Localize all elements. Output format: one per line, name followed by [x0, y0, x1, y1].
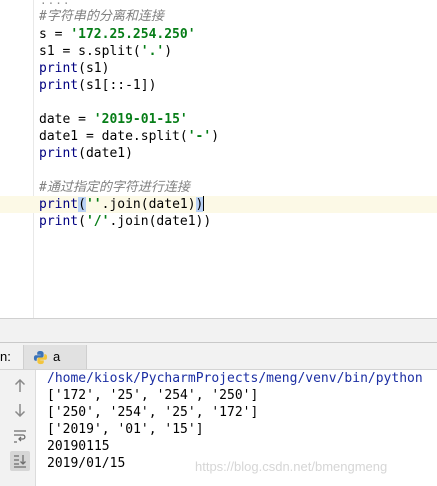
console-line: ['172', '25', '254', '250'] [47, 388, 259, 403]
string-literal: '-' [187, 129, 212, 144]
code-token: date1 = date.split( [39, 129, 188, 144]
code-line-8[interactable]: date1 = date.split('-') [0, 128, 437, 145]
code-token: .join(date1)) [109, 214, 212, 229]
watermark: https://blog.csdn.net/bmengmeng [195, 459, 388, 474]
string-literal: '.' [140, 44, 165, 59]
code-token: .join(date1) [101, 197, 196, 212]
code-token: s = [39, 27, 71, 42]
code-token: (date1) [78, 146, 133, 161]
python-icon [33, 350, 48, 365]
soft-wrap-button[interactable] [10, 426, 30, 446]
comment-text: #字符串的分离和连接 [39, 9, 164, 24]
code-token: date = [39, 112, 94, 127]
code-token: ) [164, 44, 173, 59]
text-caret [203, 196, 205, 211]
code-token: (s1[::-1]) [78, 78, 157, 93]
matched-paren-open: ( [78, 197, 86, 212]
code-line-7[interactable]: date = '2019-01-15' [0, 111, 437, 128]
code-line-5[interactable]: print(s1[::-1]) [0, 77, 437, 94]
code-line-12-current[interactable]: print(''.join(date1)) [0, 196, 437, 213]
scroll-to-end-icon [14, 455, 26, 468]
editor-run-splitter[interactable] [0, 318, 437, 342]
run-tab[interactable]: a [23, 345, 87, 369]
code-token: s1 = s.split( [39, 44, 141, 59]
builtin-function: print [39, 146, 79, 161]
code-line-4[interactable]: print(s1) [0, 60, 437, 77]
soft-wrap-icon [14, 430, 26, 443]
console-line-interpreter: /home/kiosk/PycharmProjects/meng/venv/bi… [47, 371, 423, 386]
run-label: n: [0, 349, 11, 364]
builtin-function: print [39, 78, 79, 93]
code-token: ) [211, 129, 220, 144]
console-line: 20190115 [47, 439, 110, 454]
code-line-3[interactable]: s1 = s.split('.') [0, 43, 437, 60]
string-literal: '2019-01-15' [93, 112, 188, 127]
run-tool-header: n: a [0, 342, 437, 370]
matched-paren-close: ) [195, 197, 204, 212]
code-line-9[interactable]: print(date1) [0, 145, 437, 162]
code-token: (s1) [78, 61, 110, 76]
code-editor[interactable]: ···· #字符串的分离和连接 s = '172.25.254.250' s1 … [0, 0, 437, 318]
console-line: ['250', '254', '25', '172'] [47, 405, 259, 420]
code-line-1[interactable]: #字符串的分离和连接 [0, 8, 437, 25]
scroll-to-end-button[interactable] [10, 451, 30, 471]
arrow-up-icon [14, 379, 26, 392]
comment-text: #通过指定的字符进行连接 [39, 180, 190, 195]
up-button[interactable] [10, 376, 30, 396]
console-line: ['2019', '01', '15'] [47, 422, 204, 437]
builtin-function: print [39, 197, 79, 212]
string-literal: '' [85, 197, 102, 212]
code-line-2[interactable]: s = '172.25.254.250' [0, 26, 437, 43]
down-button[interactable] [10, 400, 30, 420]
code-line-11[interactable]: #通过指定的字符进行连接 [0, 179, 437, 196]
arrow-down-icon [14, 404, 26, 417]
string-literal: '/' [85, 214, 110, 229]
string-literal: '172.25.254.250' [70, 27, 196, 42]
code-line-13[interactable]: print('/'.join(date1)) [0, 213, 437, 230]
builtin-function: print [39, 61, 79, 76]
builtin-function: print [39, 214, 79, 229]
code-token: ( [78, 214, 86, 229]
console-line: 2019/01/15 [47, 456, 126, 471]
run-tab-label: a [53, 349, 61, 364]
run-toolbar [0, 370, 36, 486]
